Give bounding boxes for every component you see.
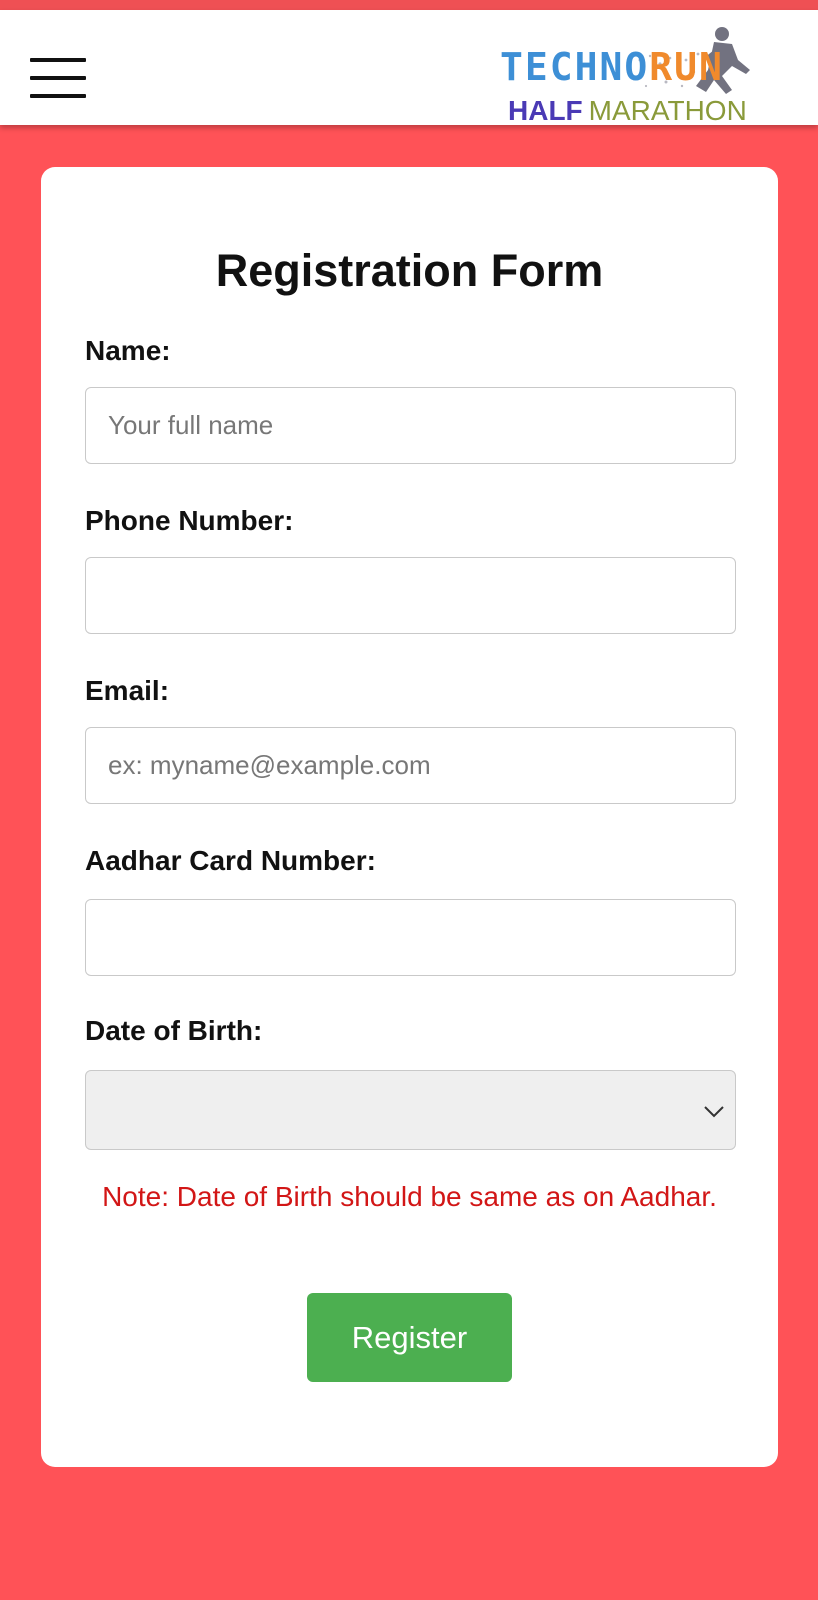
app-header: TECHNORUN HALF MARATHON	[0, 10, 818, 126]
svg-text:TECHNORUN: TECHNORUN	[500, 45, 724, 89]
hamburger-menu-icon[interactable]	[30, 50, 86, 98]
chevron-down-icon	[704, 1106, 724, 1118]
form-title: Registration Form	[215, 245, 604, 296]
email-label: Email:	[85, 675, 170, 706]
dob-select[interactable]	[85, 1070, 736, 1150]
logo-techno-text: TECHNO	[500, 45, 649, 89]
technorun-logo[interactable]: TECHNORUN HALF MARATHON	[500, 20, 780, 130]
registration-card: Registration Form Name: Phone Number: Em…	[41, 167, 778, 1467]
phone-input[interactable]	[85, 557, 736, 634]
phone-label: Phone Number:	[85, 505, 294, 536]
aadhar-input[interactable]	[85, 899, 736, 976]
email-input[interactable]	[85, 727, 736, 804]
dob-label: Date of Birth:	[85, 1015, 263, 1046]
hamburger-line	[30, 94, 86, 98]
logo-half-text: HALF	[508, 95, 583, 126]
name-input[interactable]	[85, 387, 736, 464]
logo-marathon-text: MARATHON	[589, 95, 747, 126]
register-button[interactable]: Register	[307, 1293, 512, 1382]
dob-note: Note: Date of Birth should be same as on…	[102, 1181, 717, 1212]
hamburger-line	[30, 58, 86, 62]
hamburger-line	[30, 76, 86, 80]
logo-run-text: RUN	[649, 45, 724, 89]
top-accent-bar	[0, 0, 818, 10]
name-label: Name:	[85, 335, 171, 366]
svg-text:HALFMARATHON: HALF MARATHON	[508, 95, 747, 126]
aadhar-label: Aadhar Card Number:	[85, 845, 376, 876]
